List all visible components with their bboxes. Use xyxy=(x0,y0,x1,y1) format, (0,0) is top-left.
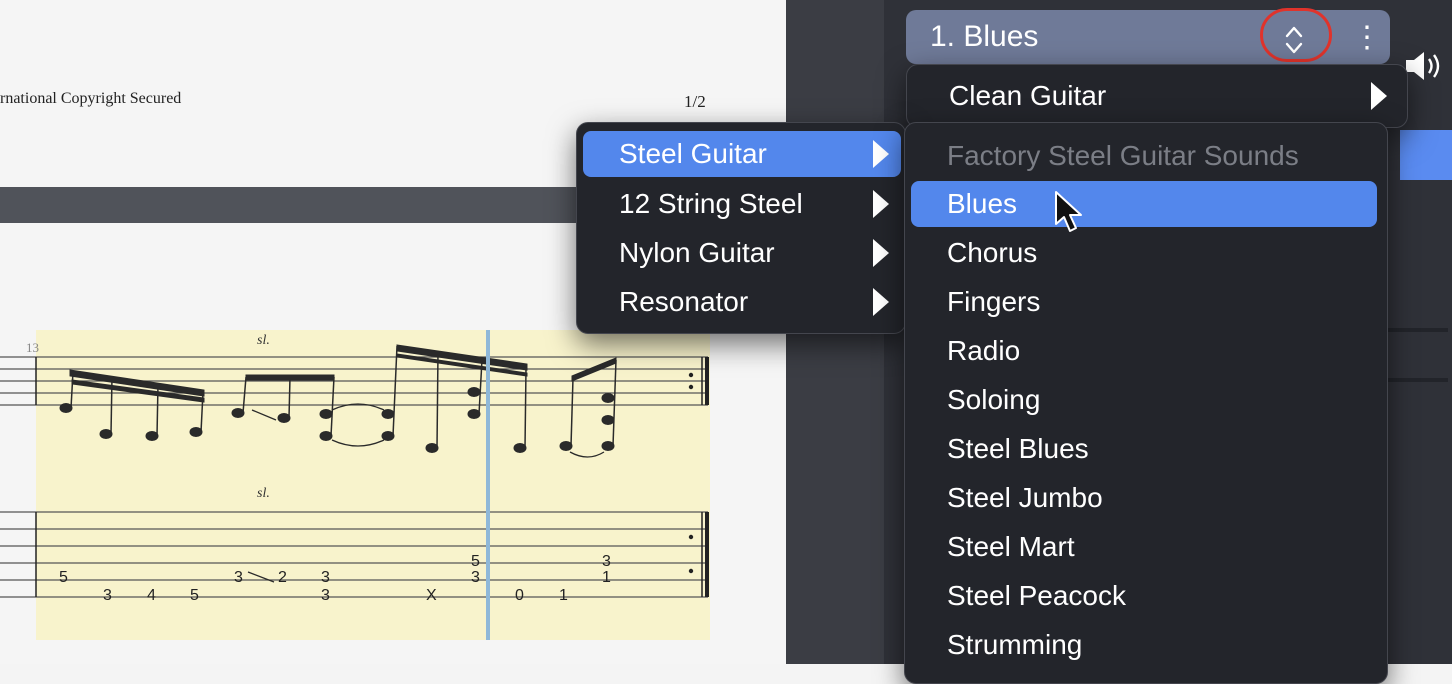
menu-item-steel-blues[interactable]: Steel Blues xyxy=(911,426,1377,472)
tab-number: 5 xyxy=(190,587,199,604)
menu-item-label: Chorus xyxy=(947,237,1038,268)
more-options-button[interactable]: ⋮ xyxy=(1352,18,1382,58)
menu-item-radio[interactable]: Radio xyxy=(911,328,1377,374)
panel-selection-bar xyxy=(1400,130,1452,180)
track-title: 1. Blues xyxy=(930,20,1039,53)
tab-number: 3 xyxy=(471,569,480,586)
menu-item-label: Resonator xyxy=(619,286,749,317)
menu-item-label: Steel Jumbo xyxy=(947,482,1103,513)
menu-item-label: Radio xyxy=(947,335,1021,366)
menu-item-soloing[interactable]: Soloing xyxy=(911,377,1377,423)
submenu-arrow-icon xyxy=(1371,82,1387,110)
menu-item-label: Soloing xyxy=(947,384,1041,415)
preset-menu: Factory Steel Guitar Sounds Blues Chorus… xyxy=(904,122,1388,684)
instrument-menu: Clean Guitar xyxy=(906,64,1408,128)
tab-number: 2 xyxy=(278,569,287,586)
tab-number: X xyxy=(426,587,437,604)
menu-item-fingers[interactable]: Fingers xyxy=(911,279,1377,325)
tab-number: 1 xyxy=(559,587,568,604)
tab-number: 0 xyxy=(515,587,524,604)
guitar-category-menu: Steel Guitar 12 String Steel Nylon Guita… xyxy=(576,122,906,334)
tab-number: 3 xyxy=(321,587,330,604)
menu-item-label: Steel Peacock xyxy=(947,580,1126,611)
measure-number: 13 xyxy=(26,340,39,355)
menu-item-steel-mart[interactable]: Steel Mart xyxy=(911,524,1377,570)
menu-item-label: Blues xyxy=(947,188,1018,219)
menu-item-12-string-steel[interactable]: 12 String Steel xyxy=(583,181,901,227)
annotation-circle xyxy=(1260,8,1332,62)
tab-number: 4 xyxy=(147,587,156,604)
submenu-arrow-icon xyxy=(873,288,889,316)
tab-number: 3 xyxy=(234,569,243,586)
submenu-arrow-icon xyxy=(873,140,889,168)
menu-section-header: Factory Steel Guitar Sounds xyxy=(947,140,1299,171)
menu-item-clean-guitar[interactable]: Clean Guitar xyxy=(913,73,1401,119)
slide-mark: sl. xyxy=(257,486,270,501)
menu-item-steel-peacock[interactable]: Steel Peacock xyxy=(911,573,1377,619)
slide-mark: sl. xyxy=(257,333,270,348)
menu-item-label: Nylon Guitar xyxy=(619,237,775,268)
tab-number: 3 xyxy=(103,587,112,604)
tab-number: 3 xyxy=(321,569,330,586)
menu-item-strumming[interactable]: Strumming xyxy=(911,622,1377,668)
menu-item-nylon-guitar[interactable]: Nylon Guitar xyxy=(583,230,901,276)
menu-item-label: Steel Mart xyxy=(947,531,1075,562)
panel-rail xyxy=(1386,378,1448,382)
tab-number: 5 xyxy=(59,569,68,586)
menu-item-resonator[interactable]: Resonator xyxy=(583,279,901,325)
menu-item-label: Steel Guitar xyxy=(619,138,767,169)
menu-item-label: Steel Blues xyxy=(947,433,1089,464)
tab-number: 1 xyxy=(602,569,611,586)
menu-item-label: 12 String Steel xyxy=(619,188,803,219)
submenu-arrow-icon xyxy=(873,239,889,267)
panel-rail xyxy=(1386,328,1448,332)
speaker-icon[interactable] xyxy=(1404,48,1444,89)
menu-item-label: Clean Guitar xyxy=(949,80,1107,111)
vertical-ellipsis-icon: ⋮ xyxy=(1352,21,1382,54)
menu-item-label: Fingers xyxy=(947,286,1041,317)
menu-item-steel-guitar[interactable]: Steel Guitar xyxy=(583,131,901,177)
menu-item-blues[interactable]: Blues xyxy=(911,181,1377,227)
menu-item-label: Strumming xyxy=(947,629,1083,660)
menu-item-steel-jumbo[interactable]: Steel Jumbo xyxy=(911,475,1377,521)
mouse-pointer-icon xyxy=(1054,190,1084,239)
track-header[interactable]: 1. Blues ⋮ xyxy=(906,8,1390,64)
submenu-arrow-icon xyxy=(873,190,889,218)
menu-item-chorus[interactable]: Chorus xyxy=(911,230,1377,276)
